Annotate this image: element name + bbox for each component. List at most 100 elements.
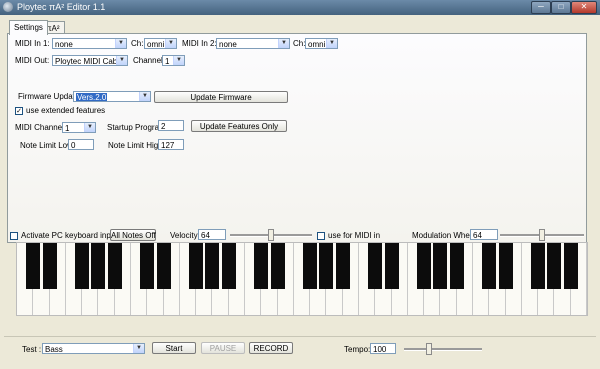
- black-key[interactable]: [335, 243, 350, 289]
- pc-keyboard-checkbox[interactable]: [10, 232, 18, 240]
- midi-channel-select[interactable]: 1 ▼: [62, 122, 96, 133]
- black-key[interactable]: [42, 243, 57, 289]
- ch2-select[interactable]: omni ▼: [305, 38, 338, 49]
- black-key[interactable]: [107, 243, 122, 289]
- modulation-label: Modulation Wheel:: [412, 231, 479, 240]
- midi-in-2-value: none: [219, 40, 237, 49]
- tempo-slider[interactable]: [404, 343, 482, 355]
- midi-out-select[interactable]: Ploytec MIDI Cable ▼: [52, 55, 128, 66]
- black-key[interactable]: [547, 243, 562, 289]
- maximize-button[interactable]: □: [551, 1, 571, 14]
- checkmark-icon: ✓: [16, 108, 22, 115]
- black-key[interactable]: [384, 243, 399, 289]
- extended-features-checkbox[interactable]: ✓: [15, 107, 23, 115]
- startup-program-input[interactable]: 2: [158, 120, 184, 131]
- black-key[interactable]: [563, 243, 578, 289]
- tempo-slider-thumb[interactable]: [426, 343, 432, 355]
- black-key[interactable]: [189, 243, 204, 289]
- black-key[interactable]: [26, 243, 41, 289]
- midi-out-value: Ploytec MIDI Cable: [55, 57, 124, 66]
- window-title: Ploytec πA² Editor 1.1: [17, 2, 106, 12]
- midi-in-2-label: MIDI In 2:: [182, 39, 217, 48]
- black-key[interactable]: [91, 243, 106, 289]
- chevron-down-icon: ▼: [84, 123, 95, 132]
- chevron-down-icon: ▼: [139, 92, 150, 101]
- midi-in-label: use for MIDI in: [328, 231, 381, 240]
- test-value: Bass: [45, 345, 63, 354]
- velocity-label: Velocity:: [170, 231, 200, 240]
- ch2-value: omni: [308, 40, 326, 49]
- midi-out-label: MIDI Out:: [15, 56, 50, 65]
- velocity-slider[interactable]: [230, 229, 312, 241]
- black-key[interactable]: [319, 243, 334, 289]
- start-button[interactable]: Start: [152, 342, 196, 354]
- black-key[interactable]: [498, 243, 513, 289]
- modulation-slider-thumb[interactable]: [539, 229, 545, 241]
- chevron-down-icon: ▼: [165, 39, 176, 48]
- firmware-value: Vers.2.0: [76, 93, 108, 102]
- settings-panel: MIDI In 1: none ▼ Ch: omni ▼ MIDI In 2: …: [7, 33, 587, 243]
- minimize-button[interactable]: ─: [531, 1, 551, 14]
- chevron-down-icon: ▼: [116, 56, 127, 65]
- black-key[interactable]: [417, 243, 432, 289]
- app-icon: [3, 2, 13, 12]
- black-key[interactable]: [531, 243, 546, 289]
- black-key[interactable]: [270, 243, 285, 289]
- black-key[interactable]: [221, 243, 236, 289]
- update-firmware-button[interactable]: Update Firmware: [154, 91, 288, 103]
- ch1-value: omni: [147, 40, 165, 49]
- editor-window: Ploytec πA² Editor 1.1 ─ □ ✕ Settings πA…: [0, 0, 600, 369]
- close-button[interactable]: ✕: [571, 1, 597, 14]
- pc-keyboard-label: Activate PC keyboard input: [21, 231, 118, 240]
- channel-select[interactable]: 1 ▼: [162, 55, 185, 66]
- chevron-down-icon: ▼: [326, 39, 337, 48]
- chevron-down-icon: ▼: [278, 39, 289, 48]
- note-limit-high-input[interactable]: 127: [158, 139, 184, 150]
- black-key[interactable]: [156, 243, 171, 289]
- title-bar: Ploytec πA² Editor 1.1 ─ □ ✕: [0, 0, 600, 15]
- midi-in-1-select[interactable]: none ▼: [52, 38, 127, 49]
- test-select[interactable]: Bass ▼: [42, 343, 145, 354]
- update-features-only-button[interactable]: Update Features Only: [191, 120, 287, 132]
- pause-button: PAUSE: [201, 342, 245, 354]
- record-button[interactable]: RECORD: [249, 342, 293, 354]
- chevron-down-icon: ▼: [173, 56, 184, 65]
- black-key[interactable]: [433, 243, 448, 289]
- tempo-slider-track: [404, 348, 482, 351]
- black-key[interactable]: [140, 243, 155, 289]
- black-key[interactable]: [449, 243, 464, 289]
- black-key[interactable]: [205, 243, 220, 289]
- channel-label: Channel:: [133, 56, 166, 65]
- client-area: Settings πA² MIDI In 1: none ▼ Ch: omni …: [4, 16, 596, 365]
- modulation-input[interactable]: 64: [470, 229, 498, 240]
- velocity-input[interactable]: 64: [198, 229, 226, 240]
- midi-channel-value: 1: [65, 124, 70, 133]
- tempo-input[interactable]: 100: [370, 343, 396, 354]
- midi-in-2-select[interactable]: none ▼: [216, 38, 290, 49]
- chevron-down-icon: ▼: [115, 39, 126, 48]
- piano-keyboard[interactable]: [16, 242, 588, 316]
- all-notes-off-button[interactable]: All Notes Off: [110, 229, 156, 241]
- ch2-label: Ch:: [293, 39, 306, 48]
- midi-channel-label: MIDI Channel:: [15, 123, 67, 132]
- tab-settings[interactable]: Settings: [9, 20, 48, 35]
- tempo-label: Tempo:: [344, 345, 371, 354]
- firmware-select[interactable]: Vers.2.0 ▼: [73, 91, 151, 102]
- black-key[interactable]: [303, 243, 318, 289]
- ch1-select[interactable]: omni ▼: [144, 38, 177, 49]
- channel-value: 1: [165, 57, 170, 66]
- divider: [4, 336, 596, 337]
- black-key[interactable]: [368, 243, 383, 289]
- black-key[interactable]: [482, 243, 497, 289]
- black-key[interactable]: [254, 243, 269, 289]
- black-key[interactable]: [75, 243, 90, 289]
- modulation-slider[interactable]: [500, 229, 584, 241]
- note-limit-low-input[interactable]: 0: [68, 139, 94, 150]
- velocity-slider-thumb[interactable]: [268, 229, 274, 241]
- midi-in-1-value: none: [55, 40, 73, 49]
- note-limit-high-label: Note Limit High:: [108, 141, 165, 150]
- ch1-label: Ch:: [131, 39, 144, 48]
- midi-in-checkbox[interactable]: [317, 232, 325, 240]
- midi-in-1-label: MIDI In 1:: [15, 39, 50, 48]
- extended-features-label: use extended features: [26, 106, 106, 115]
